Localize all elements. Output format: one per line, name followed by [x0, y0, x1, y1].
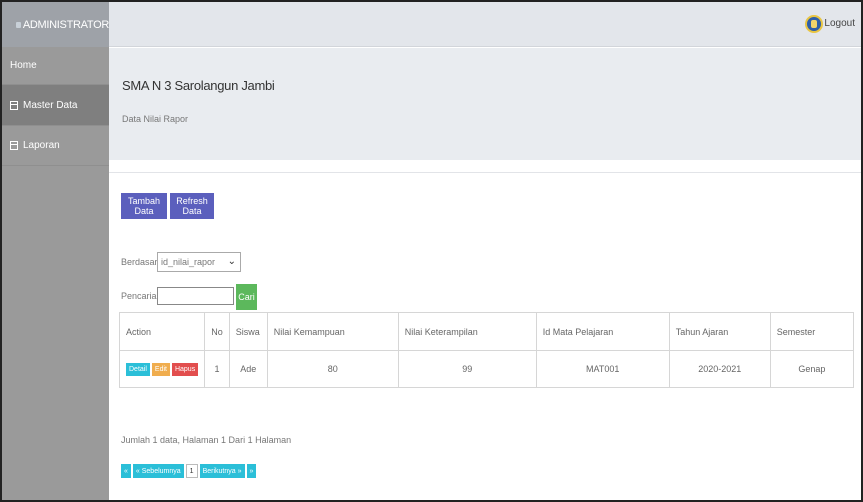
- refresh-data-button[interactable]: Refresh Data: [170, 193, 214, 219]
- col-header-nilai-kemampuan: Nilai Kemampuan: [266, 312, 399, 351]
- col-header-nilai-keterampilan: Nilai Keterampilan: [397, 312, 537, 351]
- data-table: Action No Siswa Nilai Kemampuan Nilai Ke…: [118, 312, 855, 388]
- pagination-info: Jumlah 1 data, Halaman 1 Dari 1 Halaman: [121, 435, 292, 445]
- sidebar: ADMINISTRATOR Home Master Data Laporan: [2, 2, 109, 500]
- cell-nilai-keterampilan: 99: [397, 350, 537, 388]
- col-header-no: No: [204, 312, 230, 351]
- row-actions: Detail Edit Hapus: [118, 350, 206, 388]
- table-icon: [10, 141, 18, 150]
- detail-button[interactable]: Detail: [126, 362, 150, 376]
- logout-link[interactable]: Logout: [824, 18, 855, 29]
- edit-button[interactable]: Edit: [151, 362, 170, 376]
- chevron-down-icon: ⌄: [227, 256, 236, 267]
- cell-id-mapel: MAT001: [535, 350, 670, 388]
- first-page-button[interactable]: «: [121, 464, 131, 478]
- brand[interactable]: ADMINISTRATOR: [2, 2, 109, 47]
- sidebar-item-home[interactable]: Home: [2, 47, 109, 85]
- current-page-button[interactable]: 1: [185, 464, 198, 478]
- brand-label: ADMINISTRATOR: [22, 18, 109, 31]
- col-header-id-mapel: Id Mata Pelajaran: [535, 312, 670, 351]
- brand-logo-icon: [16, 21, 21, 28]
- app-window: ADMINISTRATOR Home Master Data Laporan L…: [0, 0, 863, 502]
- filter-by-select[interactable]: id_nilai_rapor ⌄: [157, 252, 241, 272]
- cell-semester: Genap: [769, 350, 855, 388]
- page-subtitle: Data Nilai Rapor: [122, 114, 189, 124]
- sidebar-item-master-data[interactable]: Master Data: [2, 85, 109, 126]
- cell-no: 1: [204, 350, 230, 388]
- sidebar-item-label: Home: [10, 60, 37, 71]
- col-header-siswa: Siswa: [228, 312, 268, 351]
- cell-nilai-kemampuan: 80: [266, 350, 399, 388]
- sidebar-item-laporan[interactable]: Laporan: [2, 126, 109, 166]
- sidebar-item-label: Master Data: [23, 99, 78, 111]
- pagination: « « Sebelumnya 1 Berikutnya » »: [121, 464, 257, 478]
- prev-page-button[interactable]: « Sebelumnya: [132, 464, 184, 478]
- search-button[interactable]: Cari: [236, 284, 257, 310]
- table-header-row: Action No Siswa Nilai Kemampuan Nilai Ke…: [118, 312, 855, 351]
- col-header-action: Action: [118, 312, 206, 351]
- next-page-button[interactable]: Berikutnya »: [199, 464, 245, 478]
- search-input[interactable]: [157, 287, 234, 305]
- page-title: SMA N 3 Sarolangun Jambi: [122, 78, 275, 93]
- sidebar-item-label: Laporan: [23, 140, 60, 151]
- page-header: SMA N 3 Sarolangun Jambi Data Nilai Rapo…: [109, 48, 861, 160]
- topbar: Logout: [109, 2, 861, 47]
- table-icon: [10, 100, 18, 110]
- content-card: Tambah Data Refresh Data Berdasarkan id_…: [109, 172, 861, 500]
- cell-siswa: Ade: [228, 350, 268, 388]
- last-page-button[interactable]: »: [246, 464, 257, 478]
- delete-button[interactable]: Hapus: [171, 362, 199, 376]
- school-logo-avatar: [805, 15, 823, 33]
- add-data-button[interactable]: Tambah Data: [121, 193, 167, 219]
- col-header-tahun-ajaran: Tahun Ajaran: [668, 312, 771, 351]
- filter-by-value: id_nilai_rapor: [161, 257, 216, 267]
- cell-tahun-ajaran: 2020-2021: [668, 350, 771, 388]
- col-header-semester: Semester: [769, 312, 855, 351]
- table-row: Detail Edit Hapus 1 Ade 80 99 MAT001 202…: [118, 350, 855, 388]
- search-label: Pencarian: [121, 291, 162, 301]
